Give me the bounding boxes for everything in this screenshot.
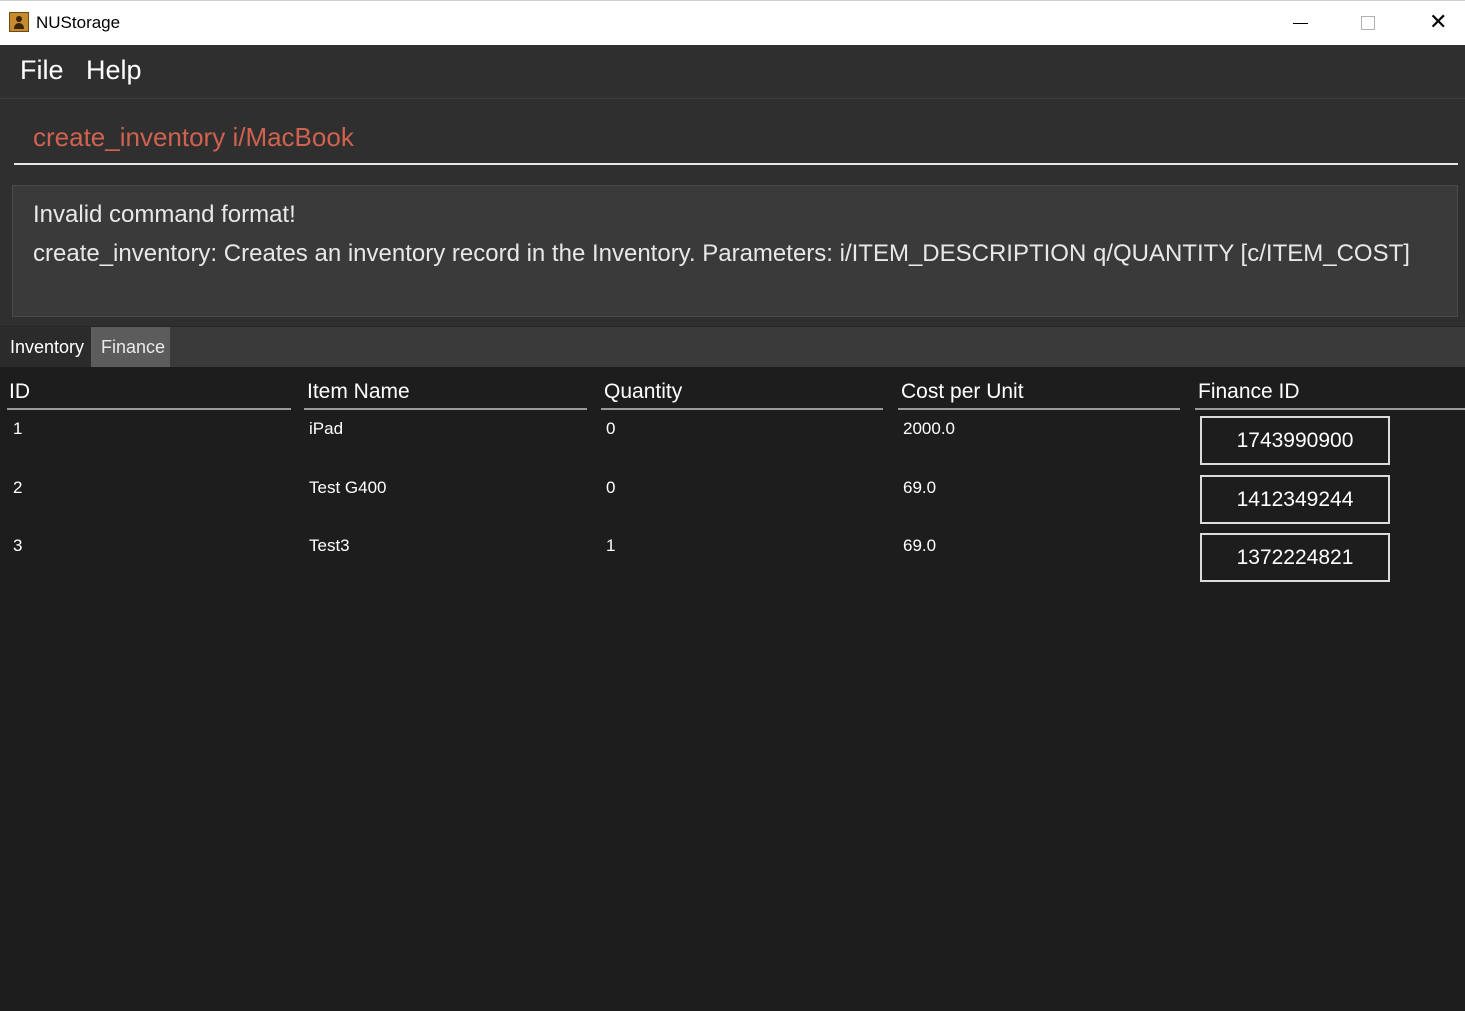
column-header-cost: Cost per Unit xyxy=(898,380,1180,410)
minimize-icon xyxy=(1293,23,1308,24)
tab-bar: Inventory Finance xyxy=(0,326,1465,367)
command-input[interactable] xyxy=(14,111,1458,165)
column-header-id: ID xyxy=(7,380,291,410)
close-icon: ✕ xyxy=(1429,10,1448,35)
cell-item-name: Test G400 xyxy=(309,478,387,497)
cell-item-name: Test3 xyxy=(309,536,350,555)
app-icon xyxy=(9,12,29,32)
cell-id: 2 xyxy=(13,478,23,497)
command-box xyxy=(0,99,1465,177)
minimize-button[interactable] xyxy=(1265,1,1335,46)
close-button[interactable]: ✕ xyxy=(1404,1,1465,46)
result-display-container: Invalid command format! create_inventory… xyxy=(0,177,1465,326)
cell-quantity: 1 xyxy=(606,536,616,555)
title-bar: NUStorage ✕ xyxy=(0,0,1465,45)
finance-id-button[interactable]: 1412349244 xyxy=(1200,475,1390,524)
column-header-quantity: Quantity xyxy=(601,380,883,410)
result-message: Invalid command format! xyxy=(33,201,296,228)
finance-id-button[interactable]: 1743990900 xyxy=(1200,416,1390,465)
menu-help[interactable]: Help xyxy=(86,55,142,86)
tab-finance[interactable]: Finance xyxy=(91,327,170,367)
cell-quantity: 0 xyxy=(606,419,616,438)
maximize-icon xyxy=(1361,16,1375,30)
window-title: NUStorage xyxy=(36,13,121,32)
finance-id-button[interactable]: 1372224821 xyxy=(1200,533,1390,582)
cell-id: 3 xyxy=(13,536,23,555)
menu-file[interactable]: File xyxy=(20,55,64,86)
cell-quantity: 0 xyxy=(606,478,616,497)
cell-cost: 69.0 xyxy=(903,478,937,497)
cell-id: 1 xyxy=(13,419,23,438)
menu-bar: File Help xyxy=(0,45,1465,99)
column-header-item-name: Item Name xyxy=(304,380,587,410)
inventory-table: ID Item Name Quantity Cost per Unit Fina… xyxy=(0,367,1465,1011)
result-display: Invalid command format! create_inventory… xyxy=(12,185,1458,317)
result-usage: create_inventory: Creates an inventory r… xyxy=(33,240,1410,267)
cell-item-name: iPad xyxy=(309,419,344,438)
maximize-button[interactable] xyxy=(1334,1,1404,46)
column-header-finance-id: Finance ID xyxy=(1195,380,1465,410)
cell-cost: 2000.0 xyxy=(903,419,955,438)
tab-inventory[interactable]: Inventory xyxy=(0,327,91,367)
cell-cost: 69.0 xyxy=(903,536,937,555)
